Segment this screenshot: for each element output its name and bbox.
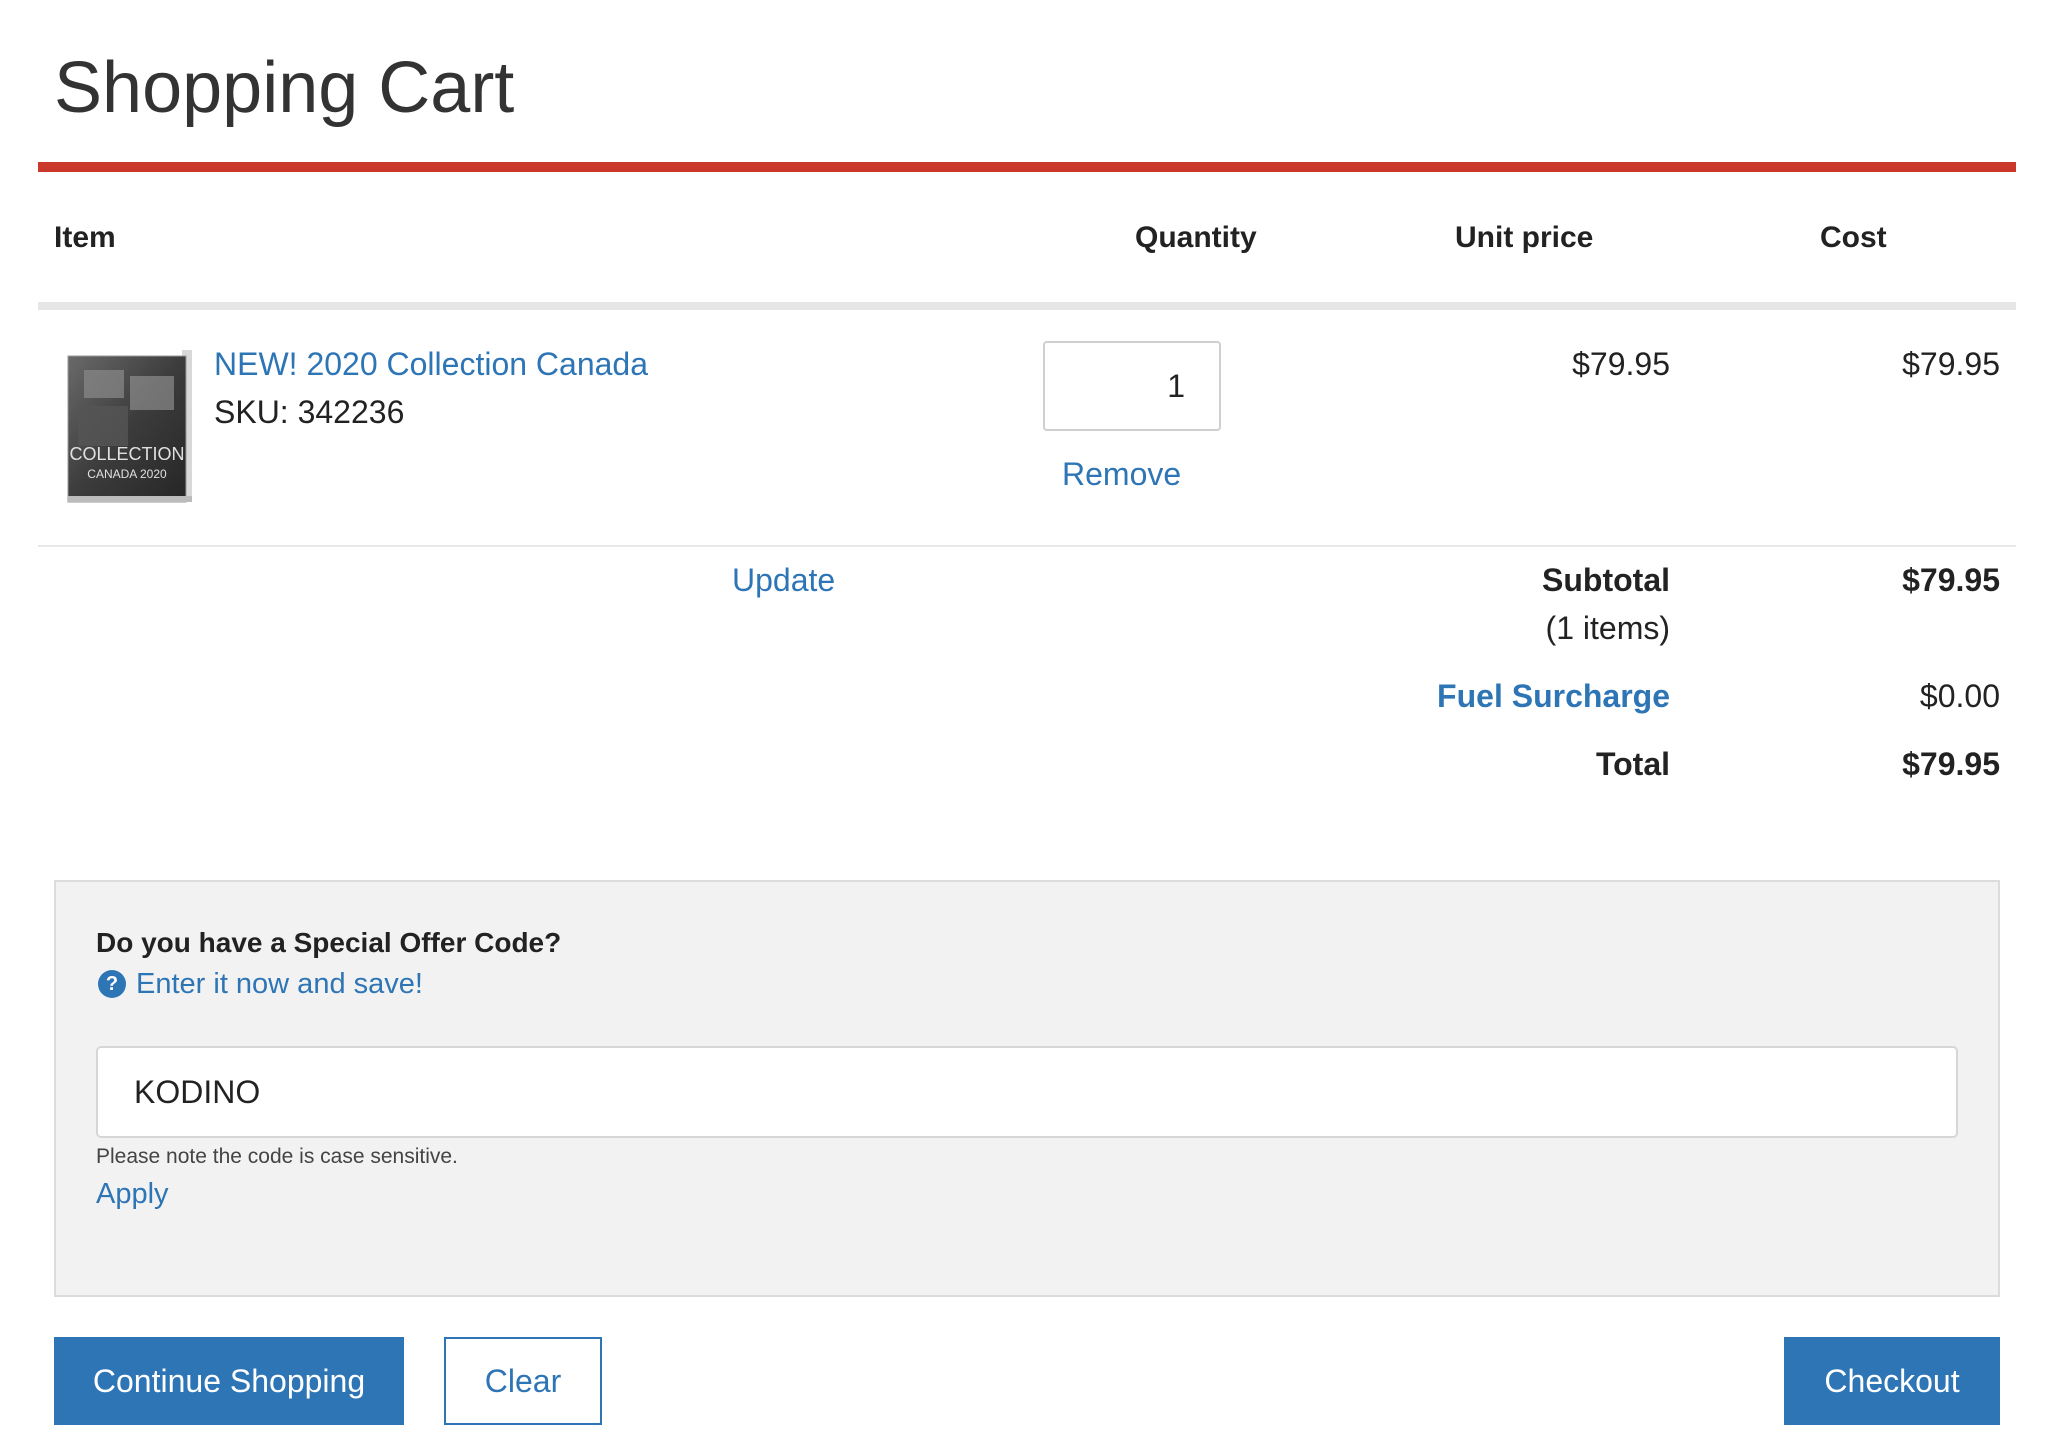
- quantity-input[interactable]: [1043, 341, 1221, 431]
- offer-code-input[interactable]: [96, 1046, 1958, 1138]
- column-header-item: Item: [54, 221, 116, 254]
- column-header-quantity: Quantity: [1135, 221, 1257, 254]
- column-header-unit-price: Unit price: [1455, 221, 1594, 254]
- subtotal-item-count: (1 items): [1545, 610, 1670, 646]
- cost-value: $79.95: [1902, 346, 2000, 382]
- remove-item-link[interactable]: Remove: [1062, 452, 1181, 496]
- row-divider: [38, 545, 2016, 547]
- subtotal-label: Subtotal: [1542, 562, 1670, 598]
- header-divider: [38, 302, 2016, 310]
- question-circle-icon[interactable]: ?: [98, 970, 126, 998]
- product-name-link[interactable]: NEW! 2020 Collection Canada: [214, 342, 648, 386]
- case-sensitive-note: Please note the code is case sensitive.: [96, 1145, 458, 1168]
- apply-code-link[interactable]: Apply: [96, 1174, 169, 1214]
- product-sku: SKU: 342236: [214, 394, 405, 430]
- enter-code-link[interactable]: Enter it now and save!: [136, 964, 423, 1004]
- fuel-surcharge-link[interactable]: Fuel Surcharge: [1370, 674, 1670, 718]
- thumbnail-subtitle: CANADA 2020: [87, 467, 167, 481]
- column-header-cost: Cost: [1820, 221, 1887, 254]
- continue-shopping-button[interactable]: Continue Shopping: [54, 1337, 404, 1425]
- thumbnail-title: COLLECTION: [69, 444, 184, 464]
- checkout-button[interactable]: Checkout: [1784, 1337, 2000, 1425]
- subtotal-value: $79.95: [1902, 562, 2000, 598]
- update-cart-link[interactable]: Update: [732, 558, 835, 602]
- clear-cart-button[interactable]: Clear: [444, 1337, 602, 1425]
- special-offer-heading: Do you have a Special Offer Code?: [96, 927, 562, 958]
- total-value: $79.95: [1902, 746, 2000, 782]
- page-title: Shopping Cart: [54, 48, 515, 128]
- product-thumbnail[interactable]: COLLECTION CANADA 2020: [64, 346, 200, 506]
- total-label: Total: [1595, 746, 1670, 782]
- title-divider: [38, 162, 2016, 172]
- unit-price-value: $79.95: [1572, 346, 1670, 382]
- fuel-surcharge-value: $0.00: [1919, 678, 2000, 714]
